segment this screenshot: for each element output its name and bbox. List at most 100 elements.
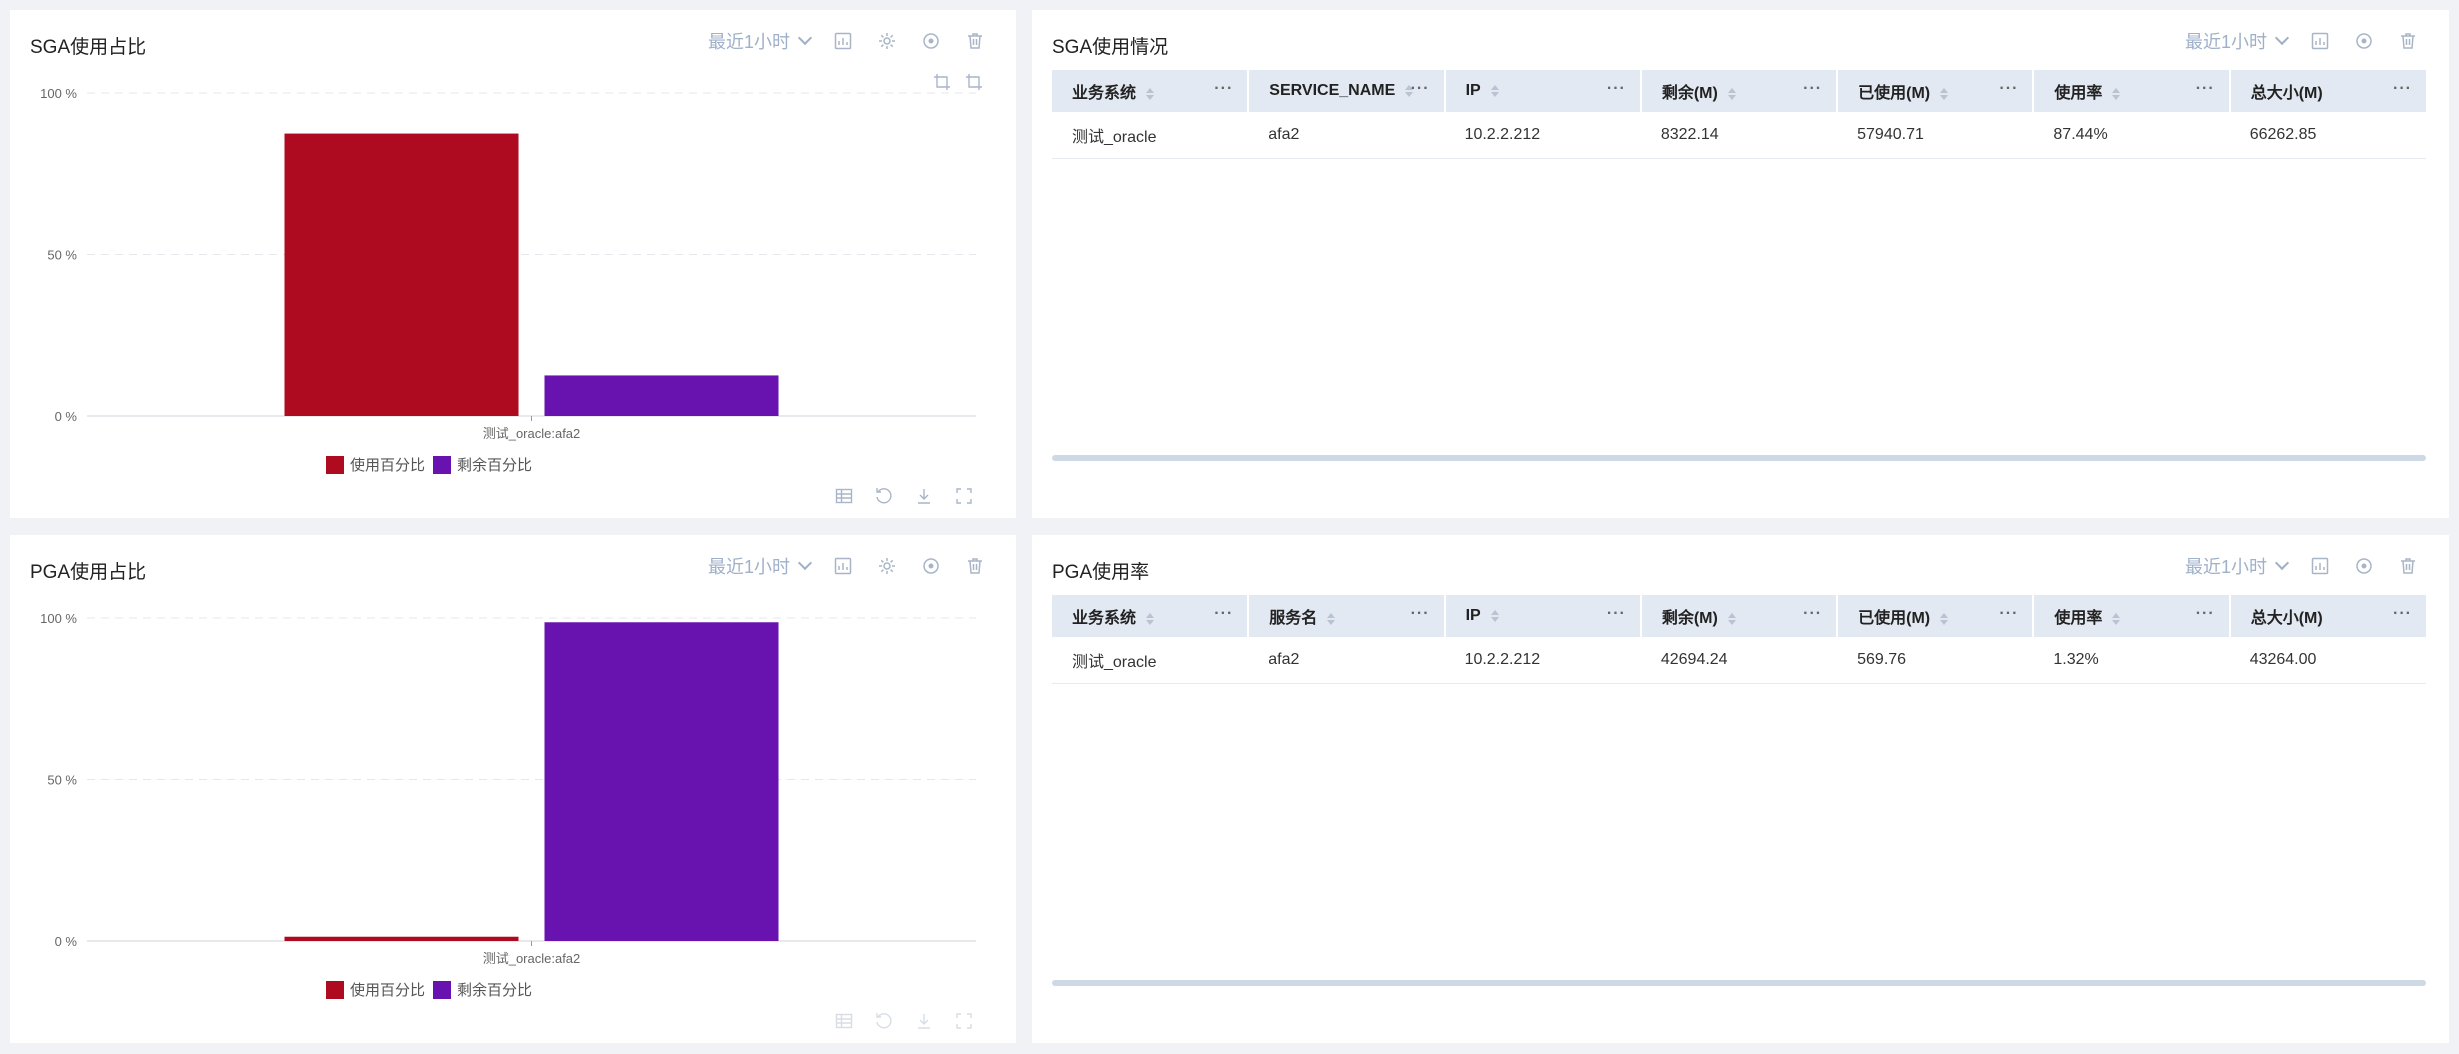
trash-icon[interactable]: [2397, 30, 2419, 52]
sort-icon[interactable]: [1940, 88, 1948, 100]
y-tick-label: 0 %: [55, 934, 78, 949]
panel-toolbar: 最近1小时: [708, 553, 986, 579]
column-menu-icon[interactable]: ···: [2196, 605, 2215, 623]
sort-icon[interactable]: [1940, 613, 1948, 625]
pga-table-panel: PGA使用率 最近1小时 业务系统 ··· 服务名 ··· IP ··· 剩余(M) ·…: [1032, 535, 2449, 1043]
gear-icon[interactable]: [876, 30, 898, 52]
column-menu-icon[interactable]: ···: [2393, 80, 2412, 98]
sga-chart-panel: SGA使用占比 最近1小时 0 % 50 % 100 % 测试_oracle:afa2…: [10, 10, 1016, 518]
legend-swatch: [325, 980, 344, 999]
column-label: 业务系统: [1072, 610, 1137, 627]
y-tick-label: 100 %: [40, 86, 77, 101]
table-cell: 42694.24: [1660, 650, 1728, 668]
column-menu-icon[interactable]: ···: [2196, 80, 2215, 98]
table-row[interactable]: 测试_oracle afa2 10.2.2.212 42694.24 569.7…: [1052, 637, 2426, 683]
time-range-select[interactable]: 最近1小时: [707, 553, 813, 579]
column-menu-icon[interactable]: ···: [1803, 605, 1822, 623]
table-cell: 57940.71: [1857, 125, 1924, 143]
refresh-icon[interactable]: [874, 486, 894, 511]
time-range-label: 最近1小时: [707, 32, 790, 52]
time-range-select[interactable]: 最近1小时: [707, 28, 813, 54]
trash-icon[interactable]: [2397, 555, 2419, 577]
column-header[interactable]: 使用率 ···: [2033, 595, 2231, 637]
time-range-select[interactable]: 最近1小时: [2185, 553, 2290, 579]
gear-icon[interactable]: [876, 555, 898, 577]
panel-title: PGA使用占比: [30, 562, 147, 583]
column-menu-icon[interactable]: ···: [1999, 605, 2018, 623]
column-menu-icon[interactable]: ···: [1607, 605, 1626, 623]
column-header[interactable]: 业务系统 ···: [1052, 70, 1250, 112]
sort-icon[interactable]: [2112, 88, 2120, 100]
sort-icon[interactable]: [1146, 88, 1154, 100]
column-header[interactable]: 已使用(M) ···: [1837, 595, 2035, 637]
chart-legend: 使用百分比 剩余百分比: [0, 979, 932, 1000]
legend-item-used[interactable]: 使用百分比: [325, 979, 425, 1000]
chart-type-icon[interactable]: [832, 30, 854, 52]
column-header[interactable]: 业务系统 ···: [1052, 595, 1250, 637]
sort-icon[interactable]: [1491, 610, 1499, 622]
sort-icon[interactable]: [1491, 85, 1499, 97]
panel-title: PGA使用率: [1052, 562, 1150, 583]
sort-icon[interactable]: [1728, 88, 1736, 100]
pga-bar-chart: 0 % 50 % 100 % 测试_oracle:afa2: [40, 611, 976, 966]
column-menu-icon[interactable]: ···: [1999, 80, 2018, 98]
chart-type-icon[interactable]: [2309, 30, 2331, 52]
horizontal-scrollbar[interactable]: [1052, 455, 2426, 461]
table-header-row: 业务系统 ··· 服务名 ··· IP ··· 剩余(M) ··· 已使用(M) ··· …: [1052, 595, 2426, 637]
column-header[interactable]: 服务名 ···: [1248, 595, 1446, 637]
target-icon[interactable]: [920, 555, 942, 577]
y-tick-label: 100 %: [40, 611, 77, 626]
legend-swatch: [433, 980, 451, 999]
download-icon[interactable]: [914, 1011, 934, 1036]
refresh-icon[interactable]: [874, 1011, 894, 1036]
table-row[interactable]: 测试_oracle afa2 10.2.2.212 8322.14 57940.…: [1052, 112, 2426, 158]
fullscreen-icon[interactable]: [954, 1011, 974, 1036]
column-header[interactable]: IP ···: [1444, 595, 1642, 637]
legend-item-remaining[interactable]: 剩余百分比: [433, 979, 532, 1000]
y-tick-label: 50 %: [47, 773, 77, 788]
chart-legend: 使用百分比 剩余百分比: [0, 454, 932, 475]
column-menu-icon[interactable]: ···: [1411, 605, 1430, 623]
column-header[interactable]: 剩余(M) ···: [1640, 595, 1839, 637]
target-icon[interactable]: [2353, 30, 2375, 52]
time-range-label: 最近1小时: [707, 557, 790, 577]
column-header[interactable]: 剩余(M) ···: [1640, 70, 1839, 112]
column-header[interactable]: 总大小(M) ···: [2230, 70, 2426, 112]
column-menu-icon[interactable]: ···: [1411, 80, 1430, 98]
column-menu-icon[interactable]: ···: [2393, 605, 2412, 623]
column-header[interactable]: 已使用(M) ···: [1837, 70, 2035, 112]
column-header[interactable]: 总大小(M) ···: [2230, 595, 2426, 637]
trash-icon[interactable]: [964, 555, 986, 577]
column-header[interactable]: 使用率 ···: [2033, 70, 2231, 112]
column-menu-icon[interactable]: ···: [1214, 605, 1233, 623]
column-menu-icon[interactable]: ···: [1607, 80, 1626, 98]
chart-type-icon[interactable]: [2309, 555, 2331, 577]
column-header[interactable]: IP ···: [1444, 70, 1642, 112]
table-cell: afa2: [1268, 650, 1300, 668]
sort-icon[interactable]: [1146, 613, 1154, 625]
target-icon[interactable]: [920, 30, 942, 52]
data-table-icon[interactable]: [834, 1011, 854, 1036]
column-label: 总大小(M): [2250, 610, 2323, 627]
data-table-icon[interactable]: [834, 486, 854, 511]
legend-label: 剩余百分比: [457, 457, 533, 474]
trash-icon[interactable]: [964, 30, 986, 52]
sort-icon[interactable]: [1728, 613, 1736, 625]
chart-type-icon[interactable]: [832, 555, 854, 577]
legend-item-used[interactable]: 使用百分比: [325, 454, 425, 475]
download-icon[interactable]: [914, 486, 934, 511]
column-menu-icon[interactable]: ···: [1803, 80, 1822, 98]
horizontal-scrollbar[interactable]: [1052, 980, 2426, 986]
column-label: 已使用(M): [1858, 610, 1931, 627]
sort-icon[interactable]: [2112, 613, 2120, 625]
fullscreen-icon[interactable]: [954, 486, 974, 511]
column-menu-icon[interactable]: ···: [1214, 80, 1233, 98]
legend-item-remaining[interactable]: 剩余百分比: [433, 454, 532, 475]
table-cell: 569.76: [1857, 650, 1907, 668]
column-header[interactable]: SERVICE_NAME ···: [1248, 70, 1446, 112]
sort-icon[interactable]: [1327, 613, 1335, 625]
time-range-select[interactable]: 最近1小时: [2185, 28, 2290, 54]
column-label: IP: [1465, 82, 1481, 99]
chevron-down-icon: [797, 555, 813, 571]
target-icon[interactable]: [2353, 555, 2375, 577]
